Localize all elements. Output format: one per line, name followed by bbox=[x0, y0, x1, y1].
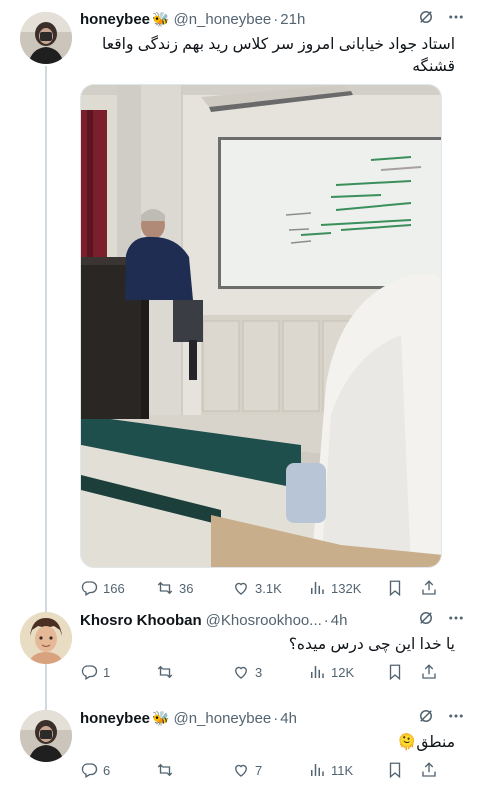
share-button[interactable] bbox=[420, 579, 438, 597]
bee-emoji: 🐝 bbox=[152, 10, 170, 27]
user-handle[interactable]: @n_honeybee bbox=[173, 710, 271, 727]
grok-icon[interactable] bbox=[417, 609, 435, 631]
grok-icon[interactable] bbox=[417, 707, 435, 729]
views-count: 11K bbox=[331, 762, 354, 778]
more-icon[interactable] bbox=[447, 609, 465, 631]
like-icon bbox=[235, 666, 247, 679]
bookmark-icon bbox=[389, 580, 401, 597]
like-count: 3.1K bbox=[255, 580, 282, 596]
timestamp[interactable]: 4h bbox=[280, 710, 297, 727]
reply-icon bbox=[81, 665, 98, 680]
tweet-photo[interactable] bbox=[80, 84, 442, 568]
bookmark-button[interactable] bbox=[386, 579, 404, 597]
views-icon bbox=[311, 764, 324, 776]
views-button[interactable]: 11K bbox=[308, 761, 353, 779]
reply-count: 166 bbox=[103, 580, 125, 596]
retweet-button[interactable] bbox=[156, 663, 179, 681]
share-icon bbox=[422, 664, 436, 679]
like-button[interactable]: 7 bbox=[232, 761, 262, 779]
views-count: 12K bbox=[331, 664, 355, 680]
reply-icon bbox=[81, 763, 98, 778]
display-name[interactable]: honeybee bbox=[80, 710, 150, 727]
retweet-button[interactable] bbox=[156, 761, 179, 779]
retweet-icon bbox=[157, 763, 173, 777]
display-name[interactable]: honeybee bbox=[80, 11, 150, 28]
share-button[interactable] bbox=[420, 761, 438, 779]
user-handle[interactable]: @Khosrookhoo... bbox=[206, 612, 322, 629]
share-icon bbox=[422, 580, 436, 595]
views-button[interactable]: 12K bbox=[308, 663, 354, 681]
timestamp[interactable]: 21h bbox=[280, 11, 305, 28]
like-count: 3 bbox=[255, 664, 263, 680]
like-icon bbox=[235, 582, 247, 595]
more-icon[interactable] bbox=[447, 8, 465, 30]
reply-button[interactable]: 6 bbox=[80, 761, 110, 779]
share-icon bbox=[422, 762, 436, 777]
separator-dot: · bbox=[323, 611, 329, 629]
retweet-count: 36 bbox=[179, 580, 194, 596]
avatar[interactable] bbox=[20, 710, 72, 762]
user-handle[interactable]: @n_honeybee bbox=[173, 11, 271, 28]
separator-dot: · bbox=[273, 10, 279, 28]
bookmark-icon bbox=[389, 762, 401, 779]
reply-button[interactable]: 166 bbox=[80, 579, 125, 597]
separator-dot: · bbox=[273, 709, 279, 727]
bee-emoji: 🐝 bbox=[152, 709, 170, 726]
like-button[interactable]: 3 bbox=[232, 663, 262, 681]
timestamp[interactable]: 4h bbox=[331, 612, 348, 629]
avatar[interactable] bbox=[20, 612, 72, 664]
retweet-icon bbox=[157, 581, 173, 595]
reply-icon bbox=[81, 581, 98, 596]
tweet-actions: 166 36 3.1K 132K bbox=[80, 577, 442, 599]
tweet-text: یا خدا این چی درس میده؟ bbox=[288, 636, 455, 653]
views-button[interactable]: 132K bbox=[308, 579, 361, 597]
display-name[interactable]: Khosro Khooban bbox=[80, 612, 202, 629]
reply-count: 6 bbox=[103, 762, 111, 778]
reply-count: 1 bbox=[103, 664, 111, 680]
views-icon bbox=[311, 582, 324, 594]
tweet[interactable]: honeybee 🐝 @n_honeybee · 21h استاد جواد … bbox=[0, 0, 477, 604]
like-count: 7 bbox=[255, 762, 263, 778]
bookmark-button[interactable] bbox=[386, 761, 404, 779]
bookmark-button[interactable] bbox=[386, 663, 404, 681]
tweet-text: استاد جواد خیابانی امروز سر کلاس رید بهم… bbox=[102, 36, 455, 75]
grok-icon[interactable] bbox=[417, 8, 435, 30]
tweet-actions: 1 3 12K bbox=[80, 661, 442, 683]
tweet-text: منطق🫠 bbox=[397, 734, 455, 751]
avatar[interactable] bbox=[20, 12, 72, 64]
tweet-header: Khosro Khooban @Khosrookhoo... · 4h bbox=[80, 608, 465, 632]
tweet-header: honeybee 🐝 @n_honeybee · 4h bbox=[80, 706, 465, 730]
more-icon[interactable] bbox=[447, 707, 465, 729]
tweet[interactable]: honeybee 🐝 @n_honeybee · 4h منطق🫠 6 7 11… bbox=[0, 700, 477, 800]
like-icon bbox=[235, 764, 247, 777]
tweet-header: honeybee 🐝 @n_honeybee · 21h bbox=[80, 7, 465, 31]
like-button[interactable]: 3.1K bbox=[232, 579, 282, 597]
views-icon bbox=[311, 666, 324, 678]
reply-button[interactable]: 1 bbox=[80, 663, 110, 681]
retweet-icon bbox=[157, 665, 173, 679]
views-count: 132K bbox=[331, 580, 362, 596]
share-button[interactable] bbox=[420, 663, 438, 681]
retweet-button[interactable]: 36 bbox=[156, 579, 193, 597]
bookmark-icon bbox=[389, 664, 401, 681]
tweet[interactable]: Khosro Khooban @Khosrookhoo... · 4h یا خ… bbox=[0, 604, 477, 696]
tweet-actions: 6 7 11K bbox=[80, 759, 442, 781]
